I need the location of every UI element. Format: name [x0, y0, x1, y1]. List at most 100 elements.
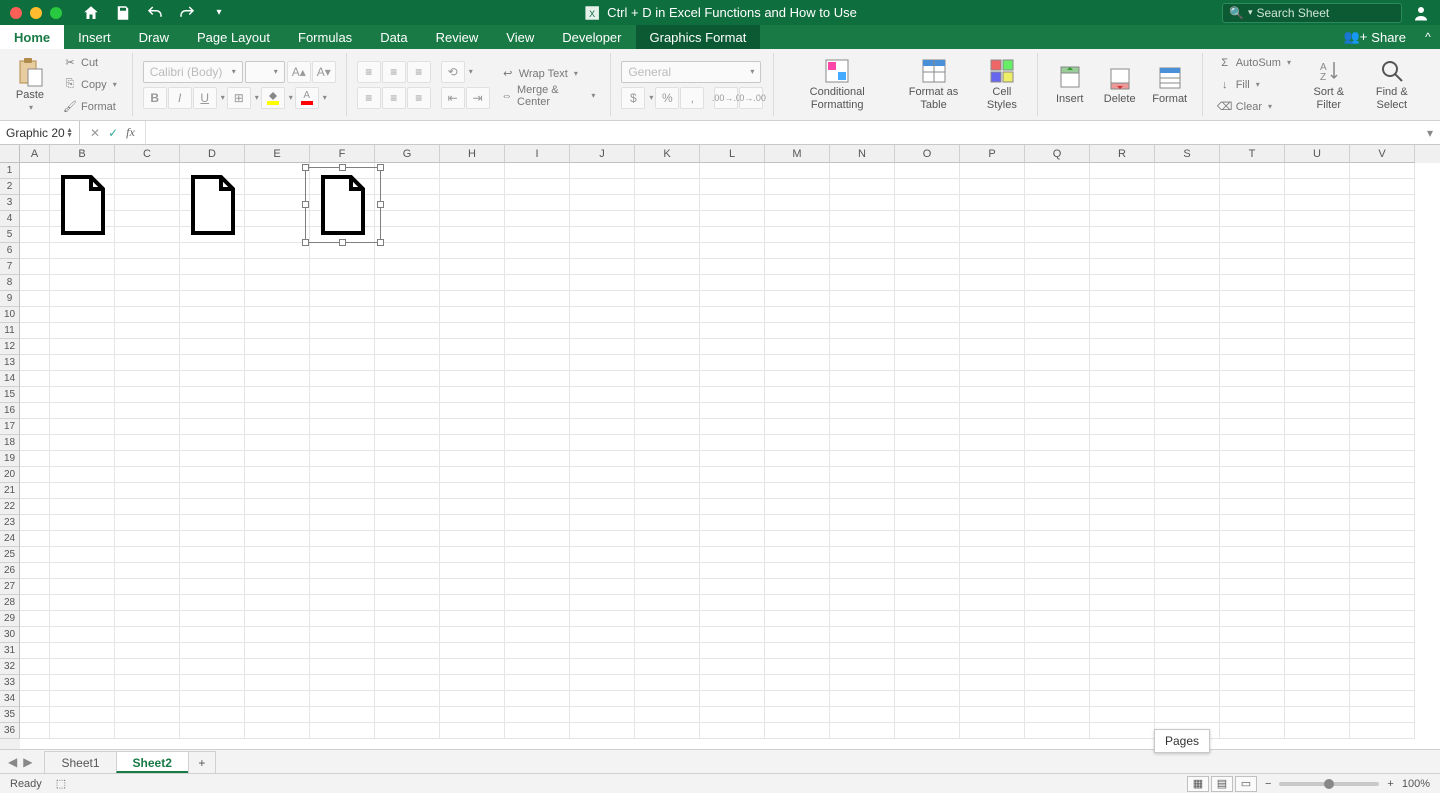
increase-font-button[interactable]: A▴	[287, 61, 311, 83]
macro-record-icon[interactable]: ⬚	[56, 777, 66, 790]
tab-view[interactable]: View	[492, 25, 548, 49]
column-header-M[interactable]: M	[765, 145, 830, 163]
row-header-16[interactable]: 16	[0, 403, 20, 419]
column-header-S[interactable]: S	[1155, 145, 1220, 163]
row-header-18[interactable]: 18	[0, 435, 20, 451]
underline-button[interactable]: U	[193, 87, 217, 109]
merge-center-button[interactable]: ⇔Merge & Center▾	[496, 87, 601, 105]
cells-area[interactable]	[20, 163, 1440, 749]
namebox-stepper-icon[interactable]: ▲▼	[66, 128, 73, 138]
align-center-button[interactable]: ≡	[382, 87, 406, 109]
collapse-ribbon-button[interactable]: ^	[1416, 25, 1440, 49]
align-bottom-button[interactable]: ≡	[407, 61, 431, 83]
row-header-32[interactable]: 32	[0, 659, 20, 675]
page-graphic-2[interactable]	[188, 175, 238, 235]
row-header-6[interactable]: 6	[0, 243, 20, 259]
decrease-decimal-button[interactable]: .0→.00	[739, 87, 763, 109]
select-all-button[interactable]	[0, 145, 20, 163]
resize-handle-t[interactable]	[339, 164, 346, 171]
row-header-12[interactable]: 12	[0, 339, 20, 355]
fullscreen-window-icon[interactable]	[50, 7, 62, 19]
column-header-A[interactable]: A	[20, 145, 50, 163]
cell-styles-button[interactable]: Cell Styles	[977, 53, 1027, 117]
column-header-C[interactable]: C	[115, 145, 180, 163]
tab-developer[interactable]: Developer	[548, 25, 635, 49]
row-header-24[interactable]: 24	[0, 531, 20, 547]
selection-outline[interactable]	[305, 167, 381, 243]
accounting-button[interactable]: $	[621, 87, 645, 109]
row-header-14[interactable]: 14	[0, 371, 20, 387]
tab-review[interactable]: Review	[422, 25, 493, 49]
redo-icon[interactable]	[178, 4, 196, 22]
format-cells-button[interactable]: Format	[1148, 53, 1192, 117]
tab-draw[interactable]: Draw	[125, 25, 183, 49]
sort-filter-button[interactable]: AZ Sort & Filter	[1302, 53, 1356, 117]
tab-data[interactable]: Data	[366, 25, 421, 49]
column-header-R[interactable]: R	[1090, 145, 1155, 163]
autosum-button[interactable]: ΣAutoSum▾	[1213, 54, 1296, 72]
resize-handle-tl[interactable]	[302, 164, 309, 171]
format-painter-button[interactable]: 🖌Format	[58, 98, 122, 116]
column-header-B[interactable]: B	[50, 145, 115, 163]
row-header-35[interactable]: 35	[0, 707, 20, 723]
column-header-Q[interactable]: Q	[1025, 145, 1090, 163]
tab-home[interactable]: Home	[0, 25, 64, 49]
decrease-indent-button[interactable]: ⇤	[441, 87, 465, 109]
align-middle-button[interactable]: ≡	[382, 61, 406, 83]
wrap-text-button[interactable]: ↩Wrap Text▾	[496, 65, 601, 83]
decrease-font-button[interactable]: A▾	[312, 61, 336, 83]
sheet-nav-prev-icon[interactable]: ◀	[8, 755, 17, 769]
row-header-28[interactable]: 28	[0, 595, 20, 611]
page-layout-view-button[interactable]: ▤	[1211, 776, 1233, 792]
sheet-tab-sheet1[interactable]: Sheet1	[44, 751, 116, 773]
row-header-5[interactable]: 5	[0, 227, 20, 243]
resize-handle-r[interactable]	[377, 201, 384, 208]
delete-cells-button[interactable]: Delete	[1098, 53, 1142, 117]
row-header-10[interactable]: 10	[0, 307, 20, 323]
resize-handle-tr[interactable]	[377, 164, 384, 171]
cancel-formula-icon[interactable]: ✕	[90, 126, 100, 140]
resize-handle-bl[interactable]	[302, 239, 309, 246]
share-button[interactable]: 👥+ Share	[1334, 25, 1416, 49]
tab-formulas[interactable]: Formulas	[284, 25, 366, 49]
zoom-slider[interactable]	[1279, 782, 1379, 786]
font-color-button[interactable]: A	[295, 87, 319, 109]
align-left-button[interactable]: ≡	[357, 87, 381, 109]
row-header-3[interactable]: 3	[0, 195, 20, 211]
row-header-25[interactable]: 25	[0, 547, 20, 563]
row-header-33[interactable]: 33	[0, 675, 20, 691]
fx-icon[interactable]: fx	[126, 125, 135, 140]
format-as-table-button[interactable]: Format as Table	[896, 53, 971, 117]
row-header-29[interactable]: 29	[0, 611, 20, 627]
column-header-U[interactable]: U	[1285, 145, 1350, 163]
sheet-tab-sheet2[interactable]: Sheet2	[116, 751, 189, 773]
conditional-formatting-button[interactable]: Conditional Formatting	[784, 53, 890, 117]
align-right-button[interactable]: ≡	[407, 87, 431, 109]
row-header-23[interactable]: 23	[0, 515, 20, 531]
name-box[interactable]: Graphic 20 ▲▼	[0, 121, 80, 144]
cut-button[interactable]: ✂Cut	[58, 54, 122, 72]
tab-page-layout[interactable]: Page Layout	[183, 25, 284, 49]
font-name-combo[interactable]: Calibri (Body)▾	[143, 61, 243, 83]
add-sheet-button[interactable]: +	[188, 751, 216, 773]
close-window-icon[interactable]	[10, 7, 22, 19]
home-icon[interactable]	[82, 4, 100, 22]
search-sheet-input[interactable]: 🔍▾ Search Sheet	[1222, 3, 1402, 23]
column-header-D[interactable]: D	[180, 145, 245, 163]
column-header-I[interactable]: I	[505, 145, 570, 163]
row-header-31[interactable]: 31	[0, 643, 20, 659]
row-header-27[interactable]: 27	[0, 579, 20, 595]
row-header-2[interactable]: 2	[0, 179, 20, 195]
row-header-36[interactable]: 36	[0, 723, 20, 739]
font-size-combo[interactable]: ▾	[245, 61, 285, 83]
italic-button[interactable]: I	[168, 87, 192, 109]
row-header-21[interactable]: 21	[0, 483, 20, 499]
formula-input[interactable]	[146, 121, 1420, 144]
fill-button[interactable]: ↓Fill▾	[1213, 76, 1296, 94]
row-header-30[interactable]: 30	[0, 627, 20, 643]
enter-formula-icon[interactable]: ✓	[108, 126, 118, 140]
expand-formula-bar-button[interactable]: ▾	[1420, 121, 1440, 144]
fill-color-button[interactable]	[261, 87, 285, 109]
save-icon[interactable]	[114, 4, 132, 22]
row-header-20[interactable]: 20	[0, 467, 20, 483]
